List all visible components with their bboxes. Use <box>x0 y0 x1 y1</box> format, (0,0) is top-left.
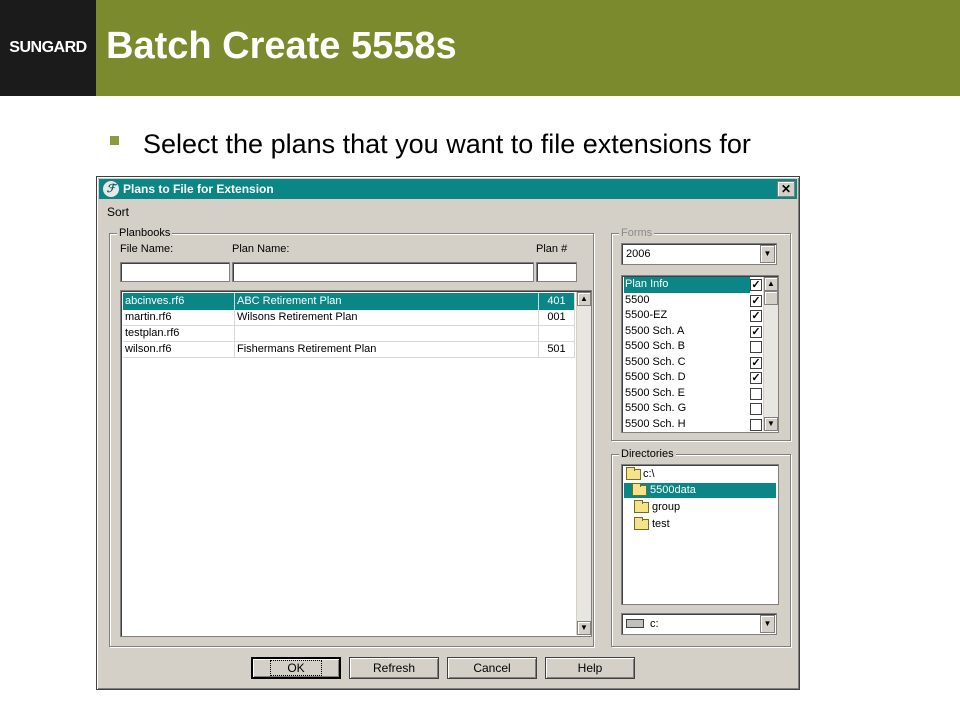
year-select[interactable]: 2006 ▼ <box>621 243 777 265</box>
checkbox[interactable] <box>750 341 762 353</box>
down-arrow-icon: ▼ <box>767 419 775 428</box>
menu-sort[interactable]: Sort <box>107 205 129 219</box>
open-folder-icon <box>632 483 647 496</box>
app-icon: ℱ <box>103 181 119 197</box>
list-item[interactable]: 5500 Sch. G <box>624 401 750 417</box>
checkbox[interactable]: ✓ <box>750 310 762 322</box>
dialog-titlebar[interactable]: ℱ Plans to File for Extension ✕ <box>99 179 797 199</box>
list-item[interactable]: Plan Info <box>624 277 750 293</box>
planbooks-label: Planbooks <box>117 226 173 240</box>
up-arrow-icon: ▲ <box>767 279 775 288</box>
checkbox[interactable] <box>750 403 762 415</box>
plan-name-filter[interactable] <box>232 262 534 282</box>
planbooks-grid[interactable]: abcinves.rf6 ABC Retirement Plan 401 mar… <box>120 290 592 637</box>
drive-select[interactable]: c: ▼ <box>621 613 777 635</box>
year-value: 2006 <box>626 248 651 260</box>
table-row[interactable]: martin.rf6 Wilsons Retirement Plan 001 <box>123 309 575 326</box>
file-cell: testplan.rf6 <box>123 325 235 341</box>
directories-label: Directories <box>619 447 676 461</box>
refresh-button[interactable]: Refresh <box>349 657 439 679</box>
number-cell: 501 <box>539 341 575 357</box>
table-row[interactable]: wilson.rf6 Fishermans Retirement Plan 50… <box>123 341 575 358</box>
plan-cell <box>235 325 539 341</box>
plan-number-filter[interactable] <box>536 262 577 282</box>
dialog-title: Plans to File for Extension <box>123 182 274 196</box>
scroll-thumb[interactable] <box>764 291 778 305</box>
file-cell: martin.rf6 <box>123 309 235 325</box>
folder-icon <box>634 517 649 530</box>
list-item[interactable]: 5500 <box>624 293 750 309</box>
directory-label: test <box>652 518 670 530</box>
plan-cell: ABC Retirement Plan <box>235 293 539 309</box>
scroll-up-button[interactable]: ▲ <box>764 277 778 291</box>
number-cell: 401 <box>539 293 575 309</box>
checkbox[interactable] <box>750 387 762 400</box>
planbooks-scrollbar[interactable]: ▲ ▼ <box>576 292 591 635</box>
list-item[interactable]: 5500 Sch. E <box>624 386 750 402</box>
cancel-button[interactable]: Cancel <box>447 657 537 679</box>
directory-label: c:\ <box>643 468 655 480</box>
forms-label: Forms <box>619 226 655 240</box>
table-row[interactable]: abcinves.rf6 ABC Retirement Plan 401 <box>123 293 575 310</box>
plan-cell: Wilsons Retirement Plan <box>235 309 539 325</box>
up-arrow-icon: ▲ <box>580 294 588 303</box>
plan-cell: Fishermans Retirement Plan <box>235 341 539 357</box>
open-folder-icon <box>626 467 641 480</box>
sungard-logo: SUNGARD <box>0 0 96 96</box>
scroll-up-button[interactable]: ▲ <box>577 292 591 306</box>
folder-icon <box>634 500 649 513</box>
forms-scrollbar[interactable]: ▲ ▼ <box>763 277 778 431</box>
file-cell: abcinves.rf6 <box>123 293 235 309</box>
forms-list[interactable]: Plan Info ✓ 5500 ✓ 5500-EZ ✓ 5500 Sch. A… <box>621 275 779 433</box>
number-cell: 001 <box>539 309 575 325</box>
directory-label: group <box>652 501 681 513</box>
checkbox[interactable] <box>750 418 762 431</box>
slide-title: Batch Create 5558s <box>106 25 457 67</box>
checkbox[interactable]: ✓ <box>750 325 762 338</box>
down-arrow-icon: ▼ <box>580 623 588 632</box>
ok-button[interactable]: OK <box>251 657 341 679</box>
checkbox[interactable]: ✓ <box>750 356 762 369</box>
directory-item[interactable]: c:\ <box>624 467 704 482</box>
slide-header: SUNGARD Batch Create 5558s <box>0 0 960 96</box>
directory-label: 5500data <box>650 484 696 496</box>
list-item[interactable]: 5500-EZ <box>624 308 750 324</box>
directory-item[interactable]: test <box>624 517 724 532</box>
close-icon: ✕ <box>780 182 792 196</box>
file-name-header: File Name: <box>120 243 174 255</box>
table-row[interactable]: testplan.rf6 <box>123 325 575 342</box>
scroll-down-button[interactable]: ▼ <box>764 417 778 431</box>
plans-dialog: ℱ Plans to File for Extension ✕ Sort Pla… <box>96 176 800 690</box>
list-item[interactable]: 5500 Sch. C <box>624 355 750 371</box>
list-item[interactable]: 5500 Sch. A <box>624 324 750 340</box>
file-cell: wilson.rf6 <box>123 341 235 357</box>
file-name-filter[interactable] <box>120 262 230 282</box>
directories-list[interactable]: c:\ 5500data group test <box>621 464 779 605</box>
checkbox[interactable]: ✓ <box>750 294 762 307</box>
bullet-text: Select the plans that you want to file e… <box>143 129 751 159</box>
checkbox[interactable]: ✓ <box>750 372 762 384</box>
checkbox[interactable]: ✓ <box>750 279 762 291</box>
drive-icon <box>626 619 644 628</box>
dropdown-arrow-icon[interactable]: ▼ <box>760 245 775 263</box>
plan-number-header: Plan # <box>536 243 568 255</box>
close-button[interactable]: ✕ <box>777 181 795 197</box>
bullet-square-icon <box>110 136 119 145</box>
list-item[interactable]: 5500 Sch. D <box>624 370 750 386</box>
number-cell <box>539 325 575 341</box>
drive-value: c: <box>650 618 659 630</box>
dropdown-arrow-icon[interactable]: ▼ <box>760 615 775 633</box>
list-item[interactable]: 5500 Sch. B <box>624 339 750 355</box>
ok-label: OK <box>270 660 322 676</box>
directory-item[interactable]: 5500data <box>624 483 776 498</box>
logo-text: SUNGARD <box>9 39 87 56</box>
directory-item[interactable]: group <box>624 500 724 515</box>
help-button[interactable]: Help <box>545 657 635 679</box>
list-item[interactable]: 5500 Sch. H <box>624 417 750 433</box>
scroll-down-button[interactable]: ▼ <box>577 621 591 635</box>
plan-name-header: Plan Name: <box>232 243 290 255</box>
